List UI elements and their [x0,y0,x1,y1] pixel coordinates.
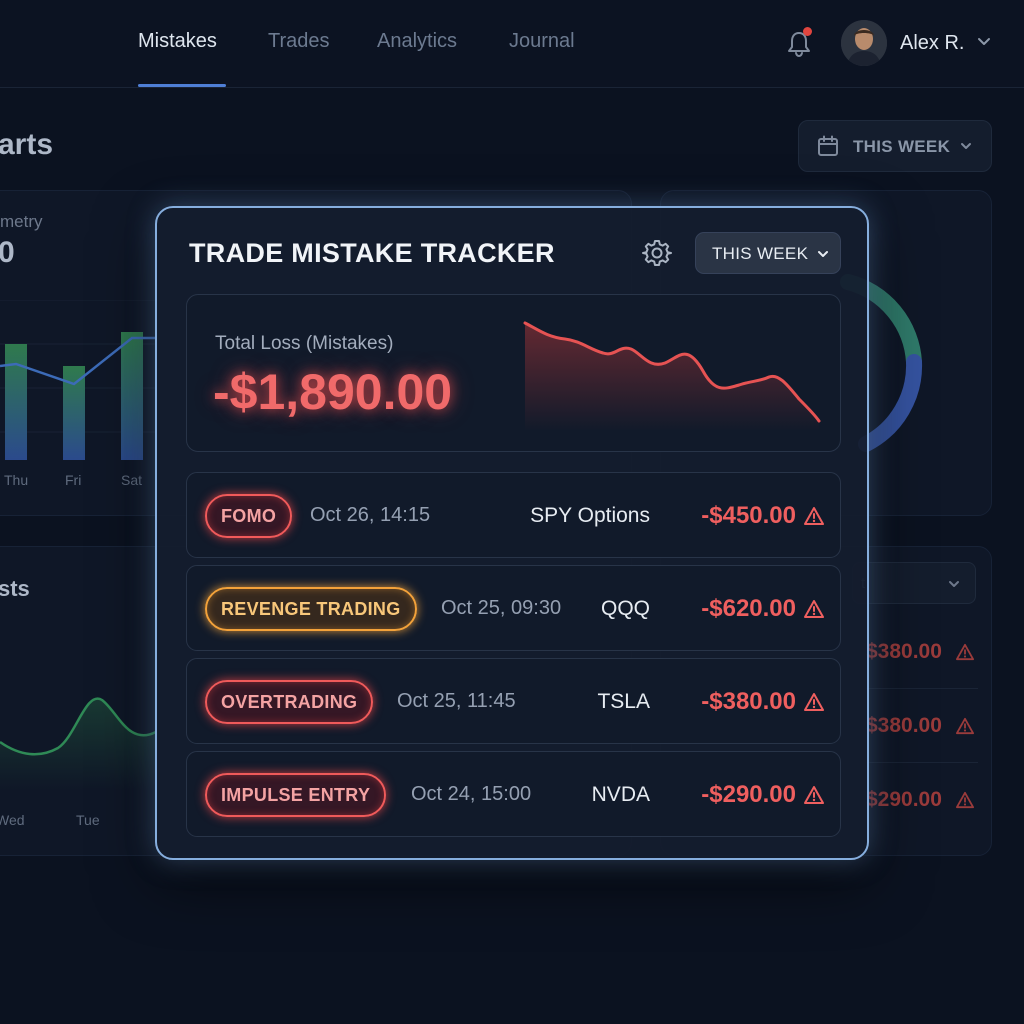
tab-trades[interactable]: Trades [268,30,330,53]
divider [866,688,978,689]
warning-icon [956,643,974,661]
background-week-label: THIS WEEK [853,137,951,156]
background-bar [5,344,27,460]
tab-journal[interactable]: Journal [509,30,575,53]
mistake-symbol: NVDA [591,783,650,806]
background-card-value: 0 [0,236,15,269]
chevron-down-icon[interactable] [976,34,992,50]
background-day-label: Fri [65,472,82,488]
avatar[interactable] [841,20,887,66]
background-loss-value: $380.00 [866,714,942,737]
warning-icon [956,791,974,809]
background-loss-value: $380.00 [866,640,942,663]
background-section-title: sts [0,576,30,601]
background-page-title: arts [0,128,54,161]
warning-icon [804,693,824,711]
mistake-tag: REVENGE TRADING [205,587,417,631]
divider [866,762,978,763]
background-week-button[interactable]: THIS WEEK [798,120,992,172]
mistake-date: Oct 25, 11:45 [397,690,516,712]
trade-mistake-tracker-panel: TRADE MISTAKE TRACKER THIS WEEK Total Lo… [155,206,869,860]
total-loss-card: Total Loss (Mistakes) -$1,890.00 [186,294,841,452]
background-day-label: Sat [121,472,143,488]
week-filter-dropdown[interactable]: THIS WEEK [695,232,841,274]
mistake-tag: OVERTRADING [205,680,374,724]
calendar-icon [818,135,838,156]
notification-dot [803,27,812,36]
chevron-down-icon [818,251,828,257]
background-select[interactable]: t [852,562,976,604]
week-filter-label: THIS WEEK [712,244,809,263]
active-tab-indicator [138,84,226,87]
background-line-chart [0,697,156,790]
total-loss-label: Total Loss (Mistakes) [215,333,394,354]
mistake-date: Oct 25, 09:30 [441,597,562,619]
mistake-symbol: SPY Options [530,504,650,527]
warning-icon [804,507,824,525]
background-loss-value: $290.00 [866,788,942,811]
mistake-tag: FOMO [205,494,293,538]
background-card-subtitle: metry [0,212,43,231]
top-navigation: Mistakes Trades Analytics Journal Alex R… [0,0,1024,88]
mistake-date: Oct 24, 15:00 [411,783,532,805]
tab-mistakes[interactable]: Mistakes [138,30,217,53]
mistake-symbol: TSLA [597,690,650,713]
loss-sparkline [523,321,821,431]
mistake-row[interactable]: IMPULSE ENTRY Oct 24, 15:00 NVDA -$290.0… [186,751,841,837]
background-day-label: Thu [4,472,29,488]
background-bar [121,332,143,460]
mistake-symbol: QQQ [600,597,650,620]
background-day-label: Wed [0,812,25,828]
mistake-row[interactable]: FOMO Oct 26, 14:15 SPY Options -$450.00 [186,472,841,558]
mistake-loss: -$620.00 [701,595,796,622]
chevron-down-icon [961,143,971,149]
mistake-loss: -$450.00 [701,502,796,529]
chevron-down-icon [949,581,959,587]
panel-title: TRADE MISTAKE TRACKER [189,238,555,268]
background-day-label: Tue [76,812,100,828]
warning-icon [956,717,974,735]
gear-icon[interactable] [642,238,672,268]
mistake-row[interactable]: REVENGE TRADING Oct 25, 09:30 QQQ -$620.… [186,565,841,651]
warning-icon [804,600,824,618]
user-name[interactable]: Alex R. [900,32,964,55]
mistake-date: Oct 26, 14:15 [310,504,431,526]
mistake-loss: -$380.00 [701,688,796,715]
total-loss-value: -$1,890.00 [213,364,453,420]
mistake-row[interactable]: OVERTRADING Oct 25, 11:45 TSLA -$380.00 [186,658,841,744]
mistake-tag: IMPULSE ENTRY [205,773,387,817]
warning-icon [804,786,824,804]
tab-analytics[interactable]: Analytics [377,30,457,53]
mistake-loss: -$290.00 [701,781,796,808]
background-bar-chart [0,300,156,460]
